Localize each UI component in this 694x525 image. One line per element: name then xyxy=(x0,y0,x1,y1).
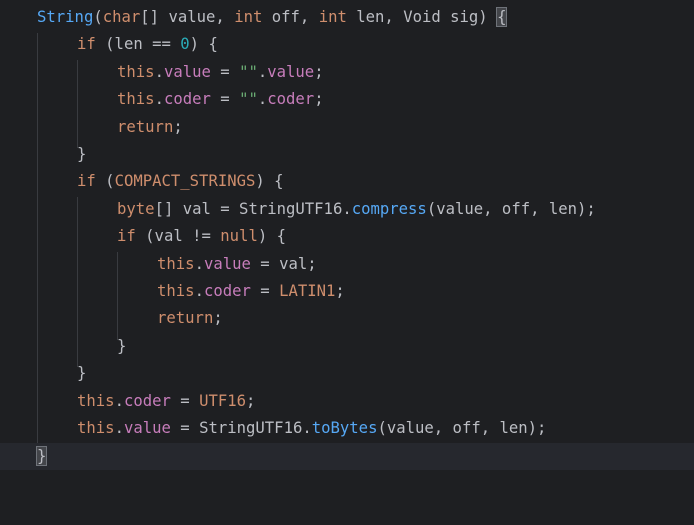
constant-token: LATIN1 xyxy=(279,282,336,300)
code-token: . xyxy=(154,62,164,81)
code-token: . xyxy=(194,282,204,300)
code-token: ; xyxy=(314,62,324,81)
code-line[interactable]: byte[] val = StringUTF16.compress(value,… xyxy=(0,196,694,223)
keyword-token: int xyxy=(234,8,263,26)
keyword-token: this xyxy=(77,391,115,410)
field-token: coder xyxy=(163,90,211,109)
code-token: = xyxy=(210,62,240,81)
code-token: ) { xyxy=(255,172,284,191)
code-editor[interactable]: String(char[] value, int off, int len, V… xyxy=(0,0,694,490)
code-token: . xyxy=(257,90,268,109)
field-token: coder xyxy=(203,282,251,300)
constant-token: UTF16 xyxy=(199,391,247,410)
keyword-token: return xyxy=(157,309,214,328)
code-token: (value, off, len); xyxy=(377,419,547,437)
code-line[interactable]: this.value = StringUTF16.toBytes(value, … xyxy=(0,415,694,442)
keyword-token: int xyxy=(318,8,347,26)
matched-brace: { xyxy=(496,7,508,27)
field-token: value xyxy=(123,419,171,437)
constructor-name: String xyxy=(37,8,94,26)
code-token: ; xyxy=(246,391,256,410)
code-token: = val; xyxy=(250,254,317,273)
code-token: . xyxy=(114,419,124,437)
code-token: [] value, xyxy=(140,8,235,26)
code-token: . xyxy=(257,62,268,81)
code-token: ( xyxy=(95,172,115,191)
code-line[interactable]: if (COMPACT_STRINGS) { xyxy=(0,168,694,195)
code-line[interactable]: return; xyxy=(0,305,694,332)
method-token: compress xyxy=(351,199,427,218)
code-token: ; xyxy=(173,117,183,136)
keyword-token: this xyxy=(117,90,155,109)
code-line[interactable]: this.coder = UTF16; xyxy=(0,388,694,415)
code-line[interactable]: this.coder = LATIN1; xyxy=(0,278,694,305)
code-token: . xyxy=(194,254,204,273)
keyword-token: this xyxy=(157,254,195,273)
number-token: 0 xyxy=(180,35,190,54)
keyword-token: this xyxy=(157,282,195,300)
code-token: } xyxy=(117,336,127,355)
code-token: len, Void sig) xyxy=(346,8,498,26)
code-line[interactable]: } xyxy=(0,141,694,168)
code-token: (len == xyxy=(95,35,181,54)
code-token: } xyxy=(77,364,87,383)
code-line[interactable]: if (len == 0) { xyxy=(0,31,694,58)
code-line[interactable]: String(char[] value, int off, int len, V… xyxy=(0,4,694,31)
code-token: = xyxy=(250,282,280,300)
code-token: ; xyxy=(314,90,324,109)
field-token: value xyxy=(203,254,251,273)
keyword-token: this xyxy=(77,419,115,437)
code-token: = xyxy=(210,90,240,109)
code-line[interactable]: } xyxy=(0,333,694,360)
method-token: toBytes xyxy=(311,419,378,437)
keyword-token: if xyxy=(77,35,96,54)
keyword-token: byte xyxy=(117,199,155,218)
code-token: = xyxy=(170,391,200,410)
matched-brace: } xyxy=(35,446,48,466)
code-line[interactable]: this.value = val; xyxy=(0,251,694,278)
code-token: ) { xyxy=(189,35,218,54)
code-line[interactable]: this.value = "".value; xyxy=(0,59,694,86)
code-token: ) { xyxy=(257,227,287,246)
code-token: (value, off, len); xyxy=(426,199,596,218)
code-token: [] val = StringUTF16. xyxy=(154,199,352,218)
keyword-token: if xyxy=(117,227,136,246)
code-token: (val != xyxy=(135,227,221,246)
code-token: . xyxy=(114,391,124,410)
string-token: "" xyxy=(239,62,258,81)
code-line[interactable]: this.coder = "".coder; xyxy=(0,86,694,113)
keyword-token: char xyxy=(102,8,141,26)
code-token: ( xyxy=(93,8,103,26)
field-token: coder xyxy=(267,90,315,109)
field-token: value xyxy=(267,62,315,81)
code-token: ; xyxy=(213,309,223,328)
code-line-current[interactable]: } xyxy=(0,443,694,471)
keyword-token: return xyxy=(117,117,174,136)
code-token: off, xyxy=(262,8,319,26)
constant-token: COMPACT_STRINGS xyxy=(114,172,256,191)
keyword-token: null xyxy=(220,227,258,246)
string-token: "" xyxy=(239,90,258,109)
keyword-token: this xyxy=(117,62,155,81)
code-token: = StringUTF16. xyxy=(170,419,312,437)
code-line[interactable]: if (val != null) { xyxy=(0,223,694,250)
code-line[interactable]: return; xyxy=(0,114,694,141)
field-token: value xyxy=(163,62,211,81)
code-token: } xyxy=(77,145,87,163)
keyword-token: if xyxy=(77,172,96,191)
field-token: coder xyxy=(123,391,171,410)
code-line[interactable]: } xyxy=(0,360,694,387)
code-token: ; xyxy=(335,282,345,300)
code-token: . xyxy=(154,90,164,109)
